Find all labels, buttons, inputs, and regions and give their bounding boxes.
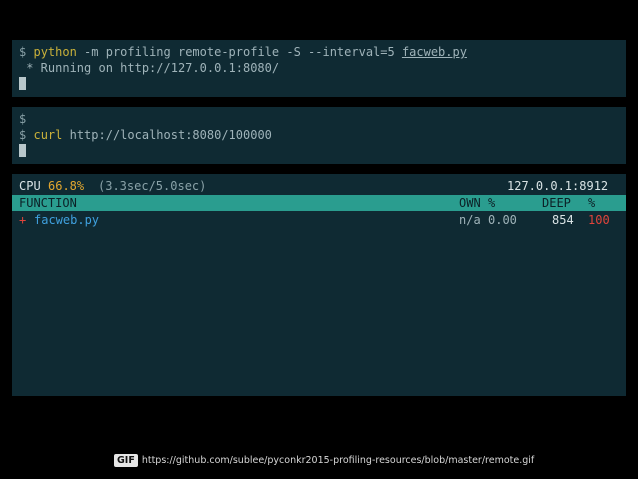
terminal-pane-server[interactable]: $ python -m profiling remote-profile -S …	[12, 40, 626, 97]
command-line: $ curl http://localhost:8080/100000	[19, 127, 619, 143]
terminal-pane-client[interactable]: $ $ curl http://localhost:8080/100000	[12, 107, 626, 164]
profiler-status-bar: CPU 66.8% (3.3sec/5.0sec) 127.0.0.1:8912	[12, 178, 626, 194]
column-own-percent[interactable]: %	[488, 195, 495, 211]
cpu-time: (3.3sec/5.0sec)	[98, 179, 207, 193]
command-line: $ python -m profiling remote-profile -S …	[19, 44, 619, 60]
terminal-cursor	[19, 144, 26, 157]
command-args: http://localhost:8080/100000	[62, 128, 272, 142]
column-deep[interactable]: DEEP	[542, 195, 571, 211]
own-percent-value: 0.00	[488, 213, 517, 227]
column-deep-percent[interactable]: %	[588, 195, 595, 211]
own-value: n/a	[459, 213, 481, 227]
terminal-cursor	[19, 77, 26, 90]
command-file: facweb.py	[401, 45, 467, 59]
prompt-symbol: $	[19, 45, 27, 59]
column-header-bar: FUNCTION OWN % DEEP %	[12, 195, 626, 211]
command-name: python	[33, 45, 77, 59]
empty-prompt-line: $	[19, 112, 27, 126]
deep-value: 854	[552, 213, 574, 227]
expand-marker[interactable]: +	[19, 212, 26, 228]
command-args: -m profiling remote-profile -S --interva…	[76, 45, 402, 59]
command-name: curl	[33, 128, 63, 142]
table-row[interactable]: + facweb.py n/a 0.00 854 100	[12, 212, 626, 228]
profiler-address: 127.0.0.1:8912	[507, 179, 609, 193]
deep-percent-value: 100	[588, 213, 610, 227]
function-name: facweb.py	[34, 213, 100, 227]
gif-badge: GIF	[114, 453, 138, 467]
server-output: * Running on http://127.0.0.1:8080/	[19, 61, 280, 75]
source-link[interactable]: https://github.com/sublee/pyconkr2015-pr…	[142, 455, 534, 466]
column-function[interactable]: FUNCTION	[19, 195, 77, 211]
profiler-pane[interactable]: CPU 66.8% (3.3sec/5.0sec) 127.0.0.1:8912…	[12, 174, 626, 396]
cpu-label: CPU	[19, 179, 41, 193]
source-caption: GIF https://github.com/sublee/pyconkr201…	[114, 452, 534, 468]
cpu-percent: 66.8%	[48, 179, 85, 193]
column-own[interactable]: OWN	[459, 195, 481, 211]
prompt-symbol: $	[19, 128, 27, 142]
